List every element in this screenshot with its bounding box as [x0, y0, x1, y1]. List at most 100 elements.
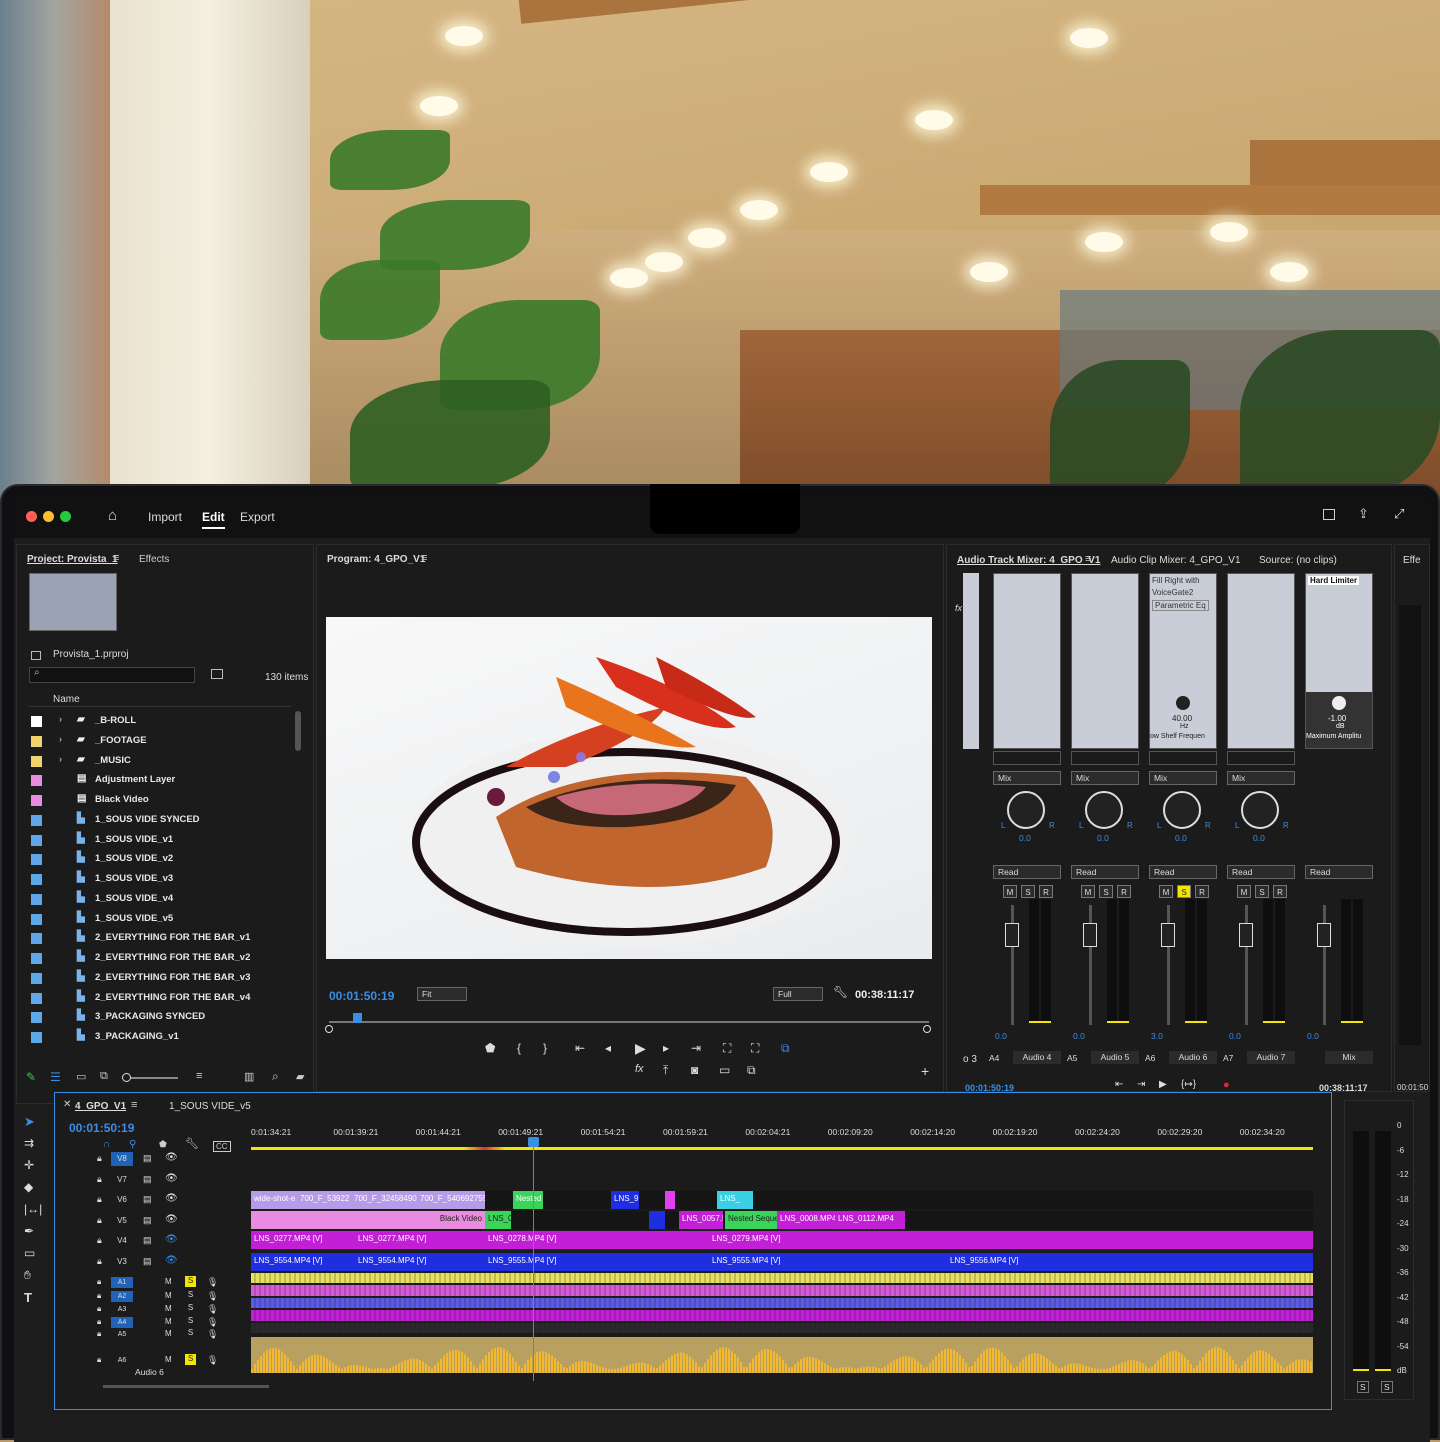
- list-item[interactable]: ▙ 1_SOUS VIDE_v3: [29, 869, 291, 888]
- list-item[interactable]: › ▰ _MUSIC: [29, 751, 291, 770]
- vr-icon[interactable]: ▭: [719, 1063, 730, 1077]
- color-label-swatch[interactable]: [31, 992, 42, 1004]
- zoom-slider-handle[interactable]: [122, 1073, 131, 1082]
- tab-program[interactable]: Program: 4_GPO_V1: [327, 554, 425, 565]
- eye-icon[interactable]: 👁︎: [165, 1234, 178, 1245]
- toggle-sync-lock-icon[interactable]: ▤: [143, 1194, 152, 1205]
- fader-handle[interactable]: [1005, 923, 1019, 947]
- camera-icon[interactable]: ◙: [691, 1063, 698, 1077]
- mute-button[interactable]: M: [1081, 885, 1095, 898]
- linked-selection-icon[interactable]: ⚲: [129, 1139, 136, 1150]
- minimize-window-button[interactable]: [43, 511, 54, 522]
- timeline-clip[interactable]: 700_F_32458490: [351, 1191, 417, 1209]
- extract-icon[interactable]: ⛶: [751, 1041, 759, 1056]
- pencil-icon[interactable]: ✎: [26, 1070, 36, 1084]
- color-label-swatch[interactable]: [31, 834, 42, 846]
- timeline-clip[interactable]: LNS_0278.MP4 [V]: [485, 1231, 709, 1249]
- list-item[interactable]: › ▰ _B-ROLL: [29, 711, 291, 730]
- track-mode-select[interactable]: Mix: [1071, 771, 1139, 785]
- list-item[interactable]: ▙ 3_PACKAGING_v1: [29, 1027, 291, 1046]
- solo-button[interactable]: S: [1021, 885, 1035, 898]
- panel-menu-icon[interactable]: ≡: [113, 552, 119, 564]
- toggle-sync-lock-icon[interactable]: ▤: [143, 1153, 152, 1164]
- fullscreen-icon[interactable]: ⤢: [1394, 506, 1404, 522]
- solo-button[interactable]: S: [185, 1316, 196, 1327]
- scrollbar[interactable]: [295, 711, 301, 751]
- timeline-settings-icon[interactable]: 🔧︎: [185, 1137, 199, 1150]
- chevron-right-icon[interactable]: ›: [59, 714, 62, 724]
- solo-button[interactable]: S: [185, 1328, 196, 1339]
- timeline-clip[interactable]: LNS_0008.MP4: [777, 1211, 835, 1229]
- color-label-swatch[interactable]: [31, 953, 42, 964]
- send-select[interactable]: [1149, 751, 1217, 765]
- eye-icon[interactable]: 👁︎: [165, 1193, 178, 1204]
- microphone-icon[interactable]: 🎙︎: [207, 1277, 218, 1288]
- ripple-edit-tool-icon[interactable]: ✛: [24, 1158, 34, 1172]
- track-label[interactable]: A2: [111, 1291, 133, 1302]
- mute-button[interactable]: M: [1159, 885, 1173, 898]
- color-label-swatch[interactable]: [31, 755, 42, 767]
- track-label[interactable]: A6: [111, 1355, 133, 1366]
- mute-button[interactable]: M: [165, 1329, 172, 1338]
- eye-icon[interactable]: 👁︎: [165, 1214, 178, 1225]
- mark-out-icon[interactable]: }: [543, 1041, 547, 1055]
- timeline-clip[interactable]: LNS_: [717, 1191, 753, 1209]
- send-select[interactable]: [1071, 751, 1139, 765]
- workspace-icon[interactable]: [1323, 509, 1335, 520]
- mute-button[interactable]: M: [165, 1317, 172, 1326]
- snap-icon[interactable]: ∩: [103, 1139, 110, 1150]
- record-button[interactable]: R: [1117, 885, 1131, 898]
- sort-icon[interactable]: ≡: [196, 1070, 202, 1082]
- pan-knob[interactable]: [1085, 791, 1123, 829]
- timeline-clip[interactable]: LNS_0112.MP4: [835, 1211, 905, 1229]
- track-label[interactable]: A1: [111, 1277, 133, 1288]
- comparison-view-icon[interactable]: ⧉: [781, 1041, 790, 1056]
- add-marker-icon[interactable]: ⬟: [159, 1139, 167, 1150]
- lock-icon[interactable]: 🔒︎: [97, 1194, 102, 1205]
- lift-icon[interactable]: ⛶: [723, 1041, 731, 1056]
- effect-slot[interactable]: Hard Limiter: [1308, 576, 1360, 585]
- color-label-swatch[interactable]: [31, 716, 42, 727]
- chevron-right-icon[interactable]: ›: [59, 754, 62, 764]
- microphone-icon[interactable]: 🎙︎: [207, 1355, 218, 1366]
- solo-left-button[interactable]: S: [1357, 1381, 1369, 1393]
- timeline-clip[interactable]: LNS_0277.MP4 [V]: [251, 1231, 355, 1249]
- microphone-icon[interactable]: 🎙︎: [207, 1291, 218, 1302]
- close-tab-icon[interactable]: ✕: [63, 1099, 71, 1110]
- fader-handle[interactable]: [1083, 923, 1097, 947]
- add-marker-icon[interactable]: ⬟: [485, 1041, 495, 1055]
- go-to-out-icon[interactable]: ⇥: [691, 1041, 701, 1055]
- record-button[interactable]: R: [1195, 885, 1209, 898]
- solo-right-button[interactable]: S: [1381, 1381, 1393, 1393]
- list-item[interactable]: ▙ 2_EVERYTHING FOR THE BAR_v4: [29, 988, 291, 1007]
- fx-icon[interactable]: fx: [955, 603, 962, 613]
- zoom-slider[interactable]: [126, 1077, 178, 1079]
- list-item[interactable]: ▙ 3_PACKAGING SYNCED: [29, 1007, 291, 1026]
- timeline-clip[interactable]: LNS_9555.MP4 [V]: [709, 1253, 947, 1271]
- lock-icon[interactable]: 🔒︎: [97, 1304, 101, 1314]
- solo-button[interactable]: S: [1255, 885, 1269, 898]
- color-label-swatch[interactable]: [31, 854, 42, 866]
- list-item[interactable]: ▙ 1_SOUS VIDE_v5: [29, 909, 291, 928]
- wrench-icon[interactable]: 🔧︎: [833, 985, 848, 999]
- new-bin-icon[interactable]: [211, 669, 223, 679]
- mixer-go-to-out-icon[interactable]: ⇥: [1137, 1079, 1145, 1090]
- track-mode-select[interactable]: Mix: [993, 771, 1061, 785]
- slip-tool-icon[interactable]: |↔|: [24, 1202, 42, 1216]
- automation-select[interactable]: Read: [1149, 865, 1217, 879]
- track-label[interactable]: A5: [111, 1329, 133, 1340]
- timeline-clip[interactable]: LNS_9554.MP4 [V]: [251, 1253, 355, 1271]
- eye-icon[interactable]: 👁︎: [165, 1173, 178, 1184]
- tab-project[interactable]: Project: Provista_1: [27, 554, 118, 565]
- zoom-fit-select[interactable]: Fit: [417, 987, 467, 1001]
- lock-icon[interactable]: 🔒︎: [97, 1174, 102, 1185]
- timeline-clip-small[interactable]: [665, 1191, 675, 1209]
- program-scrubber[interactable]: [329, 1021, 929, 1023]
- list-item[interactable]: ▙ 1_SOUS VIDE_v1: [29, 830, 291, 849]
- mixer-loop-icon[interactable]: {↦}: [1181, 1079, 1196, 1090]
- mute-button[interactable]: M: [1237, 885, 1251, 898]
- audio-clip-lane[interactable]: [251, 1310, 1313, 1321]
- zoom-window-button[interactable]: [60, 511, 71, 522]
- audio-clip-lane[interactable]: [251, 1273, 1313, 1283]
- solo-button[interactable]: S: [185, 1303, 196, 1314]
